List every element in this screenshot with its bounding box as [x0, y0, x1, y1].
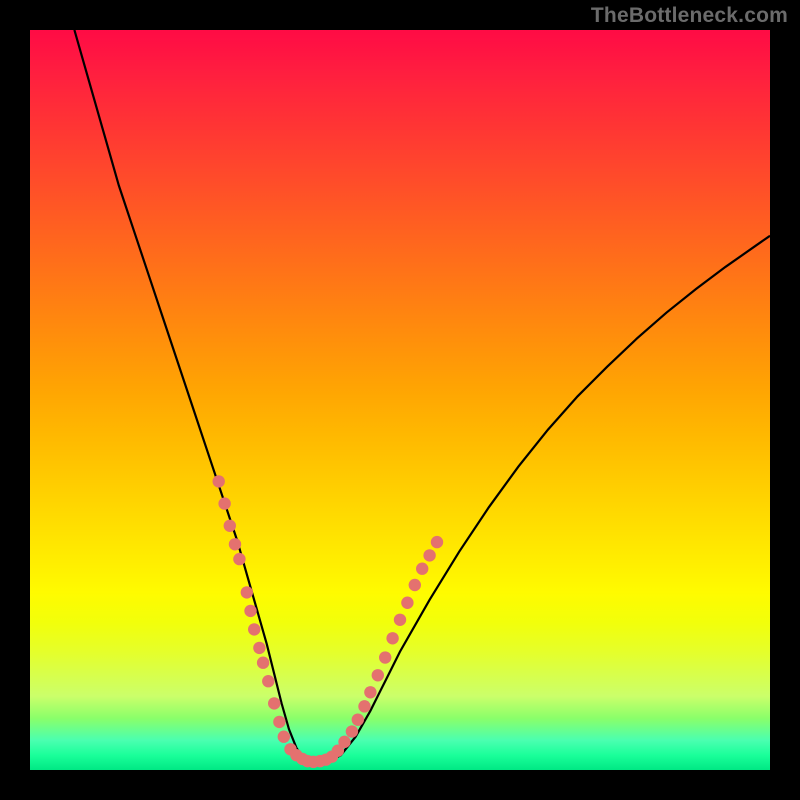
- marker-dot: [394, 614, 406, 626]
- marker-dot: [244, 605, 256, 617]
- marker-dot: [431, 536, 443, 548]
- chart-frame: TheBottleneck.com: [0, 0, 800, 800]
- marker-dot: [248, 623, 260, 635]
- marker-dot: [358, 700, 370, 712]
- marker-dot: [233, 553, 245, 565]
- marker-dot: [372, 669, 384, 681]
- marker-dot: [386, 632, 398, 644]
- marker-dot: [338, 736, 350, 748]
- marker-dot: [423, 549, 435, 561]
- marker-dot: [379, 651, 391, 663]
- plot-area: [30, 30, 770, 770]
- marker-dot: [273, 716, 285, 728]
- watermark-text: TheBottleneck.com: [591, 4, 788, 28]
- marker-dot: [213, 475, 225, 487]
- marker-dot: [416, 563, 428, 575]
- marker-dot: [257, 657, 269, 669]
- marker-dot: [346, 725, 358, 737]
- bottleneck-curve: [74, 30, 770, 763]
- curve-layer: [30, 30, 770, 770]
- marker-dot: [224, 520, 236, 532]
- marker-dot: [262, 675, 274, 687]
- marker-dot: [278, 731, 290, 743]
- marker-dot: [253, 642, 265, 654]
- marker-dot: [229, 538, 241, 550]
- marker-dot: [241, 586, 253, 598]
- marker-dot: [401, 597, 413, 609]
- marker-dot: [409, 579, 421, 591]
- curve-markers: [213, 475, 444, 768]
- marker-dot: [352, 713, 364, 725]
- marker-dot: [268, 697, 280, 709]
- marker-dot: [218, 497, 230, 509]
- marker-dot: [364, 686, 376, 698]
